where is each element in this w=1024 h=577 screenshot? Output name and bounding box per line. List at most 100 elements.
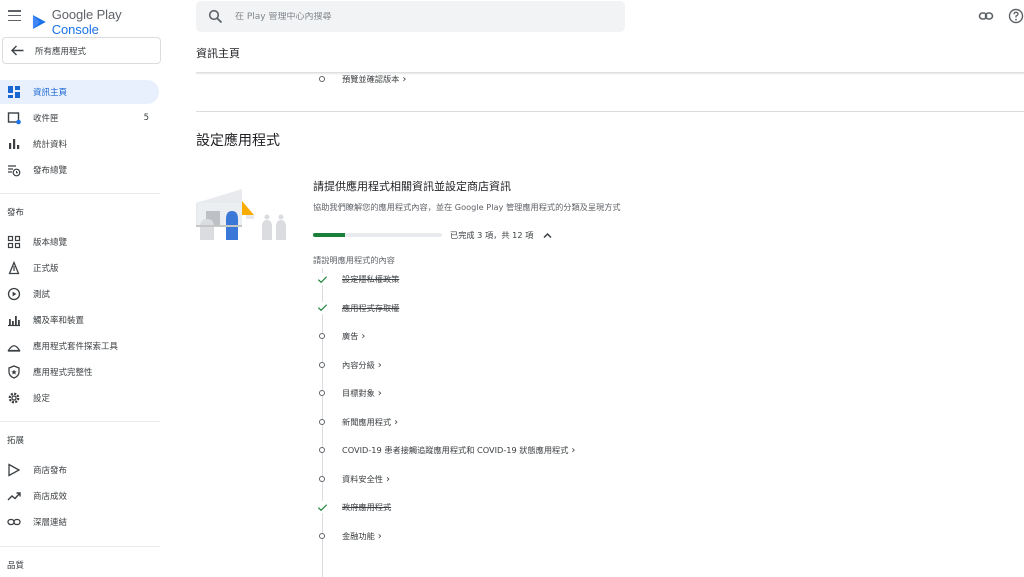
sidebar-item-deep-links[interactable]: 深層連結 (0, 510, 159, 534)
progress-fill (313, 233, 346, 237)
sidebar-item-store-performance[interactable]: 商店成效 (0, 484, 159, 508)
task-label: COVID-19 患者接觸追蹤應用程式和 COVID-19 狀態應用程式 (342, 445, 569, 455)
sidebar-item-settings[interactable]: 設定 (0, 386, 159, 410)
task-label: 新聞應用程式 (342, 416, 392, 427)
task-item[interactable]: COVID-19 患者接觸追蹤應用程式和 COVID-19 狀態應用程式 › (316, 440, 716, 460)
task-label: 資料安全性 (342, 473, 383, 484)
task-label: 目標對象 (342, 388, 375, 398)
sidebar-item-app-integrity[interactable]: 應用程式完整性 (0, 360, 159, 384)
chevron-right-icon: › (377, 388, 382, 399)
sidebar-item-label: 資訊主頁 (33, 88, 68, 98)
sidebar-item-testing[interactable]: 測試 (0, 282, 159, 306)
android-bundle-icon (7, 339, 21, 353)
task-link[interactable]: 廣告 › (342, 330, 365, 342)
task-link[interactable]: 政府應用程式 (342, 501, 391, 513)
sidebar-divider (0, 421, 160, 422)
task-link[interactable]: 資料安全性 › (342, 473, 390, 485)
sidebar-divider (0, 193, 160, 194)
task-link[interactable]: 新聞應用程式 › (342, 416, 398, 428)
sidebar-item-label: 統計資料 (33, 140, 68, 150)
sidebar-item-store-presence[interactable]: 商店發布 (0, 458, 159, 482)
sidebar-item-reach-devices[interactable]: 觸及率和裝置 (0, 308, 159, 332)
sidebar-item-release-overview[interactable]: 版本總覽 (0, 230, 159, 254)
chevron-right-icon: › (385, 473, 390, 485)
sidebar-divider (0, 546, 160, 547)
gear-icon (7, 391, 21, 405)
chevron-right-icon: › (571, 445, 576, 456)
sidebar-item-statistics[interactable]: 統計資料 (0, 132, 159, 156)
chevron-right-icon: › (377, 359, 382, 371)
help-icon[interactable] (1008, 8, 1024, 24)
task-item[interactable]: 金融功能 › (316, 526, 716, 546)
task-link[interactable]: 目標對象 › (342, 387, 382, 399)
sidebar-item-inbox[interactable]: 收件匣 5 (0, 106, 159, 130)
bar-chart-icon (7, 137, 21, 151)
sidebar-item-label: 正式版 (33, 264, 59, 274)
sidebar-section-release: 發布 (7, 208, 25, 218)
sidebar-item-label: 應用程式套件探索工具 (33, 342, 119, 352)
progress-text: 已完成 3 項，共 12 項 (450, 230, 534, 240)
sidebar-item-publishing-overview[interactable]: 發布總覽 (0, 158, 159, 182)
play-console-logo-icon (32, 15, 46, 29)
sidebar-item-label: 商店成效 (33, 492, 68, 502)
sidebar-item-production[interactable]: 正式版 (0, 256, 159, 280)
task-item[interactable]: 政府應用程式 (316, 497, 716, 517)
card-description: 協助我們瞭解您的應用程式內容，並在 Google Play 管理應用程式的分類及… (313, 202, 621, 212)
section-divider (196, 111, 1024, 112)
pending-dot-icon (316, 444, 328, 456)
sidebar-item-label: 觸及率和裝置 (33, 316, 85, 326)
arrow-back-icon (11, 45, 24, 56)
grid-icon (7, 235, 21, 249)
task-label: 內容分級 (342, 359, 375, 370)
brand-text: Google Play Console (51, 7, 122, 37)
task-label: 廣告 (342, 331, 359, 341)
task-item[interactable]: 資料安全性 › (316, 469, 716, 489)
menu-icon[interactable] (8, 10, 21, 22)
play-circle-icon (7, 287, 21, 301)
inbox-count-badge: 5 (143, 113, 149, 123)
task-link[interactable]: 預覽並確認版本 › (342, 73, 406, 85)
task-item[interactable]: 應用程式存取權 (316, 298, 716, 318)
pending-dot-icon (316, 473, 328, 485)
setup-progress-bar (313, 233, 442, 237)
sidebar-item-label: 設定 (33, 394, 51, 404)
sidebar-item-label: 版本總覽 (33, 238, 68, 248)
sidebar-item-bundle-explorer[interactable]: 應用程式套件探索工具 (0, 334, 159, 358)
task-item[interactable]: 目標對象 › (316, 383, 716, 403)
pending-dot-icon (316, 416, 328, 428)
check-icon (316, 501, 328, 513)
task-link[interactable]: 應用程式存取權 (342, 302, 399, 314)
task-item[interactable]: 新聞應用程式 › (316, 412, 716, 432)
task-link[interactable]: COVID-19 患者接觸追蹤應用程式和 COVID-19 狀態應用程式 › (342, 444, 575, 456)
task-group-label: 請說明應用程式的內容 (313, 255, 395, 265)
search-input[interactable] (235, 11, 615, 22)
link-icon[interactable] (978, 8, 994, 24)
task-link[interactable]: 設定隱私權政策 (342, 273, 399, 285)
card-title: 請提供應用程式相關資訊並設定商店資訊 (313, 180, 511, 193)
sidebar-item-label: 商店發布 (33, 466, 68, 476)
reach-chart-icon (7, 313, 21, 327)
task-label: 應用程式存取權 (342, 302, 400, 313)
sidebar-item-label: 發布總覽 (33, 166, 68, 176)
task-link[interactable]: 金融功能 › (342, 530, 382, 542)
sidebar-item-dashboard[interactable]: 資訊主頁 (0, 80, 159, 104)
task-label: 政府應用程式 (342, 502, 392, 512)
task-item[interactable]: 內容分級 › (316, 355, 716, 375)
search-bar[interactable] (196, 1, 625, 32)
chevron-right-icon: › (402, 74, 407, 85)
store-icon (7, 463, 21, 477)
pending-dot-icon (316, 359, 328, 371)
brand-logo[interactable]: Google Play Console (32, 7, 170, 37)
task-item[interactable]: 設定隱私權政策 (316, 269, 716, 289)
sidebar-item-label: 測試 (33, 290, 51, 300)
publishing-overview-icon (7, 163, 21, 177)
task-link[interactable]: 內容分級 › (342, 359, 382, 371)
task-item-preview-release[interactable]: 預覽並確認版本 › (316, 69, 716, 89)
all-apps-button[interactable]: 所有應用程式 (2, 37, 161, 64)
page-title: 資訊主頁 (196, 47, 240, 60)
task-item[interactable]: 廣告 › (316, 326, 716, 346)
sidebar-item-label: 應用程式完整性 (33, 368, 93, 378)
chevron-up-icon[interactable] (542, 230, 553, 241)
chevron-right-icon: › (394, 416, 399, 428)
sidebar-section-quality: 品質 (7, 561, 25, 571)
